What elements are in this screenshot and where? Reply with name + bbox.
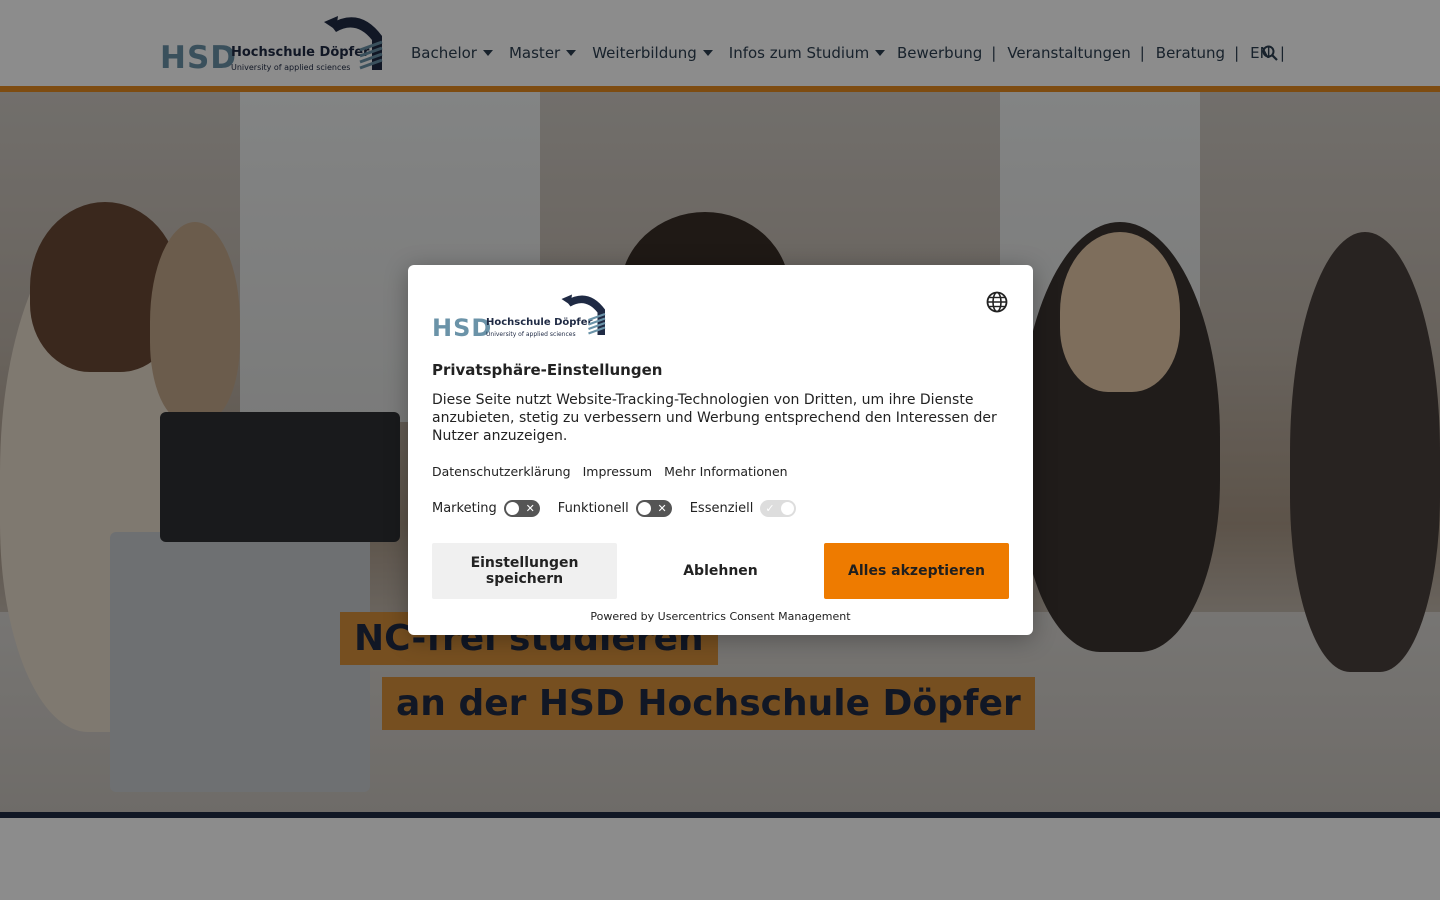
consent-links: Datenschutzerklärung Impressum Mehr Info… xyxy=(432,464,800,479)
toggle-knob xyxy=(505,502,519,515)
save-settings-button[interactable]: Einstellungen speichern xyxy=(432,543,617,599)
toggle-label-funktionell: Funktionell xyxy=(557,501,629,516)
toggle-knob xyxy=(781,502,795,515)
toggle-group-essenziell: Essenziell ✓ xyxy=(690,500,797,517)
globe-icon[interactable] xyxy=(986,291,1008,313)
consent-dialog: HSD Hochschule Döpfer University of appl… xyxy=(408,265,1033,635)
toggle-label-essenziell: Essenziell xyxy=(689,501,754,516)
toggle-group-marketing: Marketing ✕ xyxy=(432,500,540,517)
accept-all-button[interactable]: Alles akzeptieren xyxy=(824,543,1009,599)
toggle-label-marketing: Marketing xyxy=(432,501,497,516)
logo-abbr: HSD xyxy=(432,314,493,342)
x-icon: ✕ xyxy=(657,502,667,515)
powered-by-text: Powered by Usercentrics Consent Manageme… xyxy=(590,610,851,623)
check-icon: ✓ xyxy=(765,502,775,515)
deny-button[interactable]: Ablehnen xyxy=(628,543,813,599)
link-privacy-policy[interactable]: Datenschutzerklärung xyxy=(432,464,571,479)
consent-title: Privatsphäre-Einstellungen xyxy=(432,361,663,379)
consent-logo: HSD Hochschule Döpfer University of appl… xyxy=(432,290,612,342)
x-icon: ✕ xyxy=(525,502,535,515)
link-more-info[interactable]: Mehr Informationen xyxy=(664,464,787,479)
toggle-knob xyxy=(637,502,651,515)
toggle-group-funktionell: Funktionell ✕ xyxy=(558,500,672,517)
consent-description: Diese Seite nutzt Website-Tracking-Techn… xyxy=(432,392,997,444)
consent-toggles: Marketing ✕ Funktionell ✕ Essenziell ✓ xyxy=(432,500,814,517)
toggle-marketing[interactable]: ✕ xyxy=(503,500,540,517)
logo-arc-icon xyxy=(561,294,606,335)
toggle-funktionell[interactable]: ✕ xyxy=(635,500,672,517)
toggle-essenziell: ✓ xyxy=(760,500,797,517)
link-imprint[interactable]: Impressum xyxy=(583,464,652,479)
